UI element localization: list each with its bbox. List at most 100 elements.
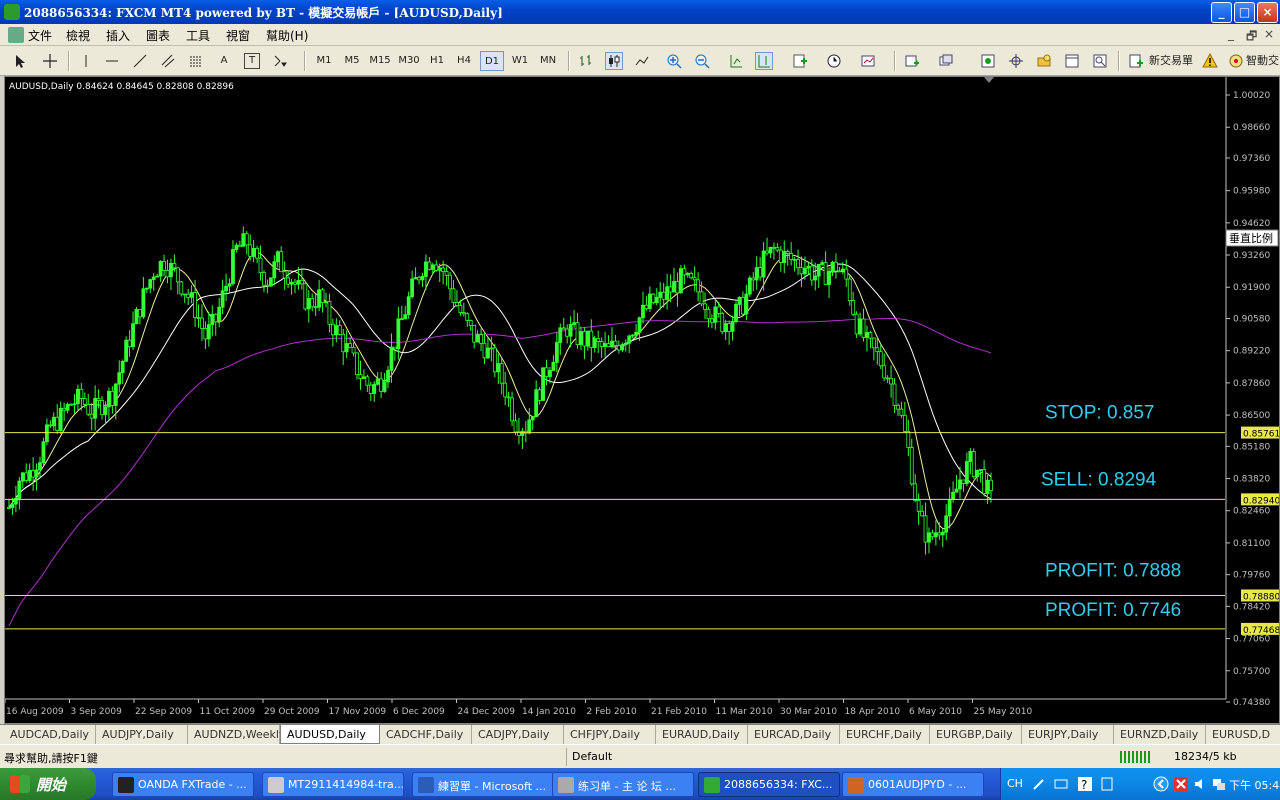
candle bbox=[854, 311, 859, 338]
channel-icon[interactable] bbox=[160, 53, 176, 69]
volume-icon[interactable] bbox=[1193, 776, 1209, 792]
symbol-tab-eurchf-daily[interactable]: EURCHF,Daily bbox=[840, 725, 930, 744]
taskbar-button-0[interactable]: OANDA FXTrade - ... bbox=[112, 772, 254, 797]
network-icon[interactable] bbox=[1211, 776, 1227, 792]
symbol-tab-eurgbp-daily[interactable]: EURGBP,Daily bbox=[930, 725, 1022, 744]
vertical-line-icon[interactable] bbox=[78, 53, 94, 69]
candle bbox=[358, 360, 363, 391]
periods-clock-icon[interactable] bbox=[826, 53, 842, 69]
mdi-restore-button[interactable]: 🗗 bbox=[1246, 27, 1257, 48]
taskbar-button-2[interactable]: 練習單 - Microsoft ... bbox=[412, 772, 554, 797]
menu-window[interactable]: 視窗 bbox=[226, 27, 250, 44]
level-annotation[interactable]: PROFIT: 0.7888 bbox=[1045, 560, 1181, 581]
navigator-icon[interactable] bbox=[1036, 53, 1052, 69]
price-tick-label: 0.87860 bbox=[1233, 379, 1270, 389]
keyboard-icon[interactable] bbox=[1053, 776, 1069, 792]
symbol-tab-audjpy-daily[interactable]: AUDJPY,Daily bbox=[96, 725, 188, 744]
start-button[interactable]: 開始 bbox=[0, 768, 96, 800]
level-annotation[interactable]: STOP: 0.857 bbox=[1045, 403, 1155, 424]
pen-tool-icon[interactable] bbox=[1031, 776, 1047, 792]
text-label-tool-button[interactable]: T bbox=[244, 53, 260, 69]
taskbar-button-4[interactable]: 2088656334: FXC... bbox=[698, 772, 840, 797]
warning-icon[interactable] bbox=[1202, 53, 1218, 69]
settings-icon[interactable] bbox=[1099, 776, 1115, 792]
symbol-tab-audnzd-weekly[interactable]: AUDNZD,Weekly bbox=[188, 725, 285, 744]
maximize-button[interactable]: □ bbox=[1234, 2, 1255, 23]
symbol-tab-eurnzd-daily[interactable]: EURNZD,Daily bbox=[1114, 725, 1206, 744]
market-watch-icon[interactable] bbox=[980, 53, 996, 69]
timeframe-w1-button[interactable]: W1 bbox=[508, 51, 532, 71]
level-price-tag-text: 0.85761 bbox=[1243, 430, 1279, 440]
close-button[interactable]: × bbox=[1257, 2, 1278, 23]
terminal-icon[interactable] bbox=[1064, 53, 1080, 69]
timeframe-m15-button[interactable]: M15 bbox=[366, 51, 394, 71]
menu-file[interactable]: 文件 bbox=[28, 27, 52, 44]
tray-back-icon[interactable] bbox=[1153, 776, 1169, 792]
expert-advisors-button[interactable]: 智動交 bbox=[1246, 51, 1280, 71]
taskbar-button-1[interactable]: MT2911414984-tra... bbox=[262, 772, 404, 797]
candlestick-icon[interactable] bbox=[605, 52, 623, 70]
mdi-close-button[interactable]: × bbox=[1264, 27, 1274, 41]
cursor-icon[interactable] bbox=[12, 53, 28, 69]
price-chart[interactable]: 0.85761 STOP: 0.857 0.82940 SELL: 0.8294 0.7… bbox=[5, 77, 1279, 723]
minimize-button[interactable]: _ bbox=[1211, 2, 1232, 23]
help-icon[interactable]: ? bbox=[1077, 776, 1093, 792]
taskbar-button-5[interactable]: 0601AUDJPYD - ... bbox=[842, 772, 984, 797]
timeframe-m30-button[interactable]: M30 bbox=[395, 51, 423, 71]
profiles-icon[interactable] bbox=[938, 53, 954, 69]
timeframe-m1-button[interactable]: M1 bbox=[312, 51, 336, 71]
zoom-out-icon[interactable] bbox=[694, 53, 710, 69]
symbol-tab-eurjpy-daily[interactable]: EURJPY,Daily bbox=[1022, 725, 1114, 744]
toolbar: A T M1 M5 M15 M30 H1 H4 D1 W1 MN 新交易單 智動… bbox=[0, 46, 1280, 76]
arrows-dropdown-icon[interactable] bbox=[272, 53, 288, 69]
new-order-button[interactable]: 新交易單 bbox=[1146, 51, 1196, 71]
clock[interactable]: 下午 05:44 bbox=[1229, 777, 1280, 793]
fibonacci-icon[interactable] bbox=[188, 53, 204, 69]
text-tool-button[interactable]: A bbox=[216, 51, 232, 71]
timeframe-h4-button[interactable]: H4 bbox=[452, 51, 476, 71]
symbol-tab-chfjpy-daily[interactable]: CHFJPY,Daily bbox=[564, 725, 656, 744]
auto-scroll-icon[interactable] bbox=[728, 53, 744, 69]
symbol-tab-audusd-daily[interactable]: AUDUSD,Daily bbox=[280, 725, 380, 744]
chart-window-icon[interactable] bbox=[8, 27, 24, 43]
menu-tools[interactable]: 工具 bbox=[186, 27, 210, 44]
taskbar-button-3[interactable]: 练习单 - 主 论 坛 ... bbox=[552, 772, 694, 797]
menu-insert[interactable]: 插入 bbox=[106, 27, 130, 44]
data-window-icon[interactable] bbox=[1008, 53, 1024, 69]
menu-view[interactable]: 檢視 bbox=[66, 27, 90, 44]
templates-icon[interactable] bbox=[860, 53, 876, 69]
crosshair-icon[interactable] bbox=[42, 53, 58, 69]
symbol-tab-eurcad-daily[interactable]: EURCAD,Daily bbox=[748, 725, 840, 744]
indicators-icon[interactable] bbox=[792, 53, 808, 69]
symbol-tab-eurusd-d[interactable]: EURUSD,D bbox=[1206, 725, 1280, 744]
timeframe-h1-button[interactable]: H1 bbox=[425, 51, 449, 71]
horizontal-line-icon[interactable] bbox=[104, 53, 120, 69]
mdi-minimize-button[interactable]: _ bbox=[1228, 27, 1234, 41]
zoom-in-icon[interactable] bbox=[666, 53, 682, 69]
candle bbox=[603, 331, 607, 358]
new-chart-icon[interactable] bbox=[904, 53, 920, 69]
symbol-tab-euraud-daily[interactable]: EURAUD,Daily bbox=[656, 725, 748, 744]
chart-shift-marker-icon[interactable] bbox=[984, 77, 994, 83]
timeframe-m5-button[interactable]: M5 bbox=[340, 51, 364, 71]
level-annotation[interactable]: SELL: 0.8294 bbox=[1041, 469, 1157, 490]
language-indicator[interactable]: CH bbox=[1007, 777, 1023, 790]
vertical-scale-button[interactable]: 垂直比例 bbox=[1225, 229, 1279, 247]
security-alert-icon[interactable] bbox=[1173, 776, 1189, 792]
menu-charts[interactable]: 圖表 bbox=[146, 27, 170, 44]
timeframe-mn-button[interactable]: MN bbox=[535, 51, 561, 71]
symbol-tab-cadchf-daily[interactable]: CADCHF,Daily bbox=[380, 725, 472, 744]
symbol-tab-cadjpy-daily[interactable]: CADJPY,Daily bbox=[472, 725, 564, 744]
chart-shift-icon[interactable] bbox=[755, 52, 773, 70]
menu-help[interactable]: 幫助(H) bbox=[266, 27, 308, 44]
chart-window[interactable]: 0.85761 STOP: 0.857 0.82940 SELL: 0.8294 0.7… bbox=[4, 76, 1280, 724]
level-annotation[interactable]: PROFIT: 0.7746 bbox=[1045, 600, 1181, 621]
new-order-icon[interactable] bbox=[1128, 53, 1144, 69]
timeframe-d1-button[interactable]: D1 bbox=[480, 51, 504, 71]
bar-chart-icon[interactable] bbox=[578, 53, 594, 69]
symbol-tab-audcad-daily[interactable]: AUDCAD,Daily bbox=[4, 725, 96, 744]
trendline-icon[interactable] bbox=[132, 53, 148, 69]
line-chart-icon[interactable] bbox=[634, 53, 650, 69]
expert-advisor-icon[interactable] bbox=[1228, 53, 1244, 69]
strategy-tester-icon[interactable] bbox=[1092, 53, 1108, 69]
